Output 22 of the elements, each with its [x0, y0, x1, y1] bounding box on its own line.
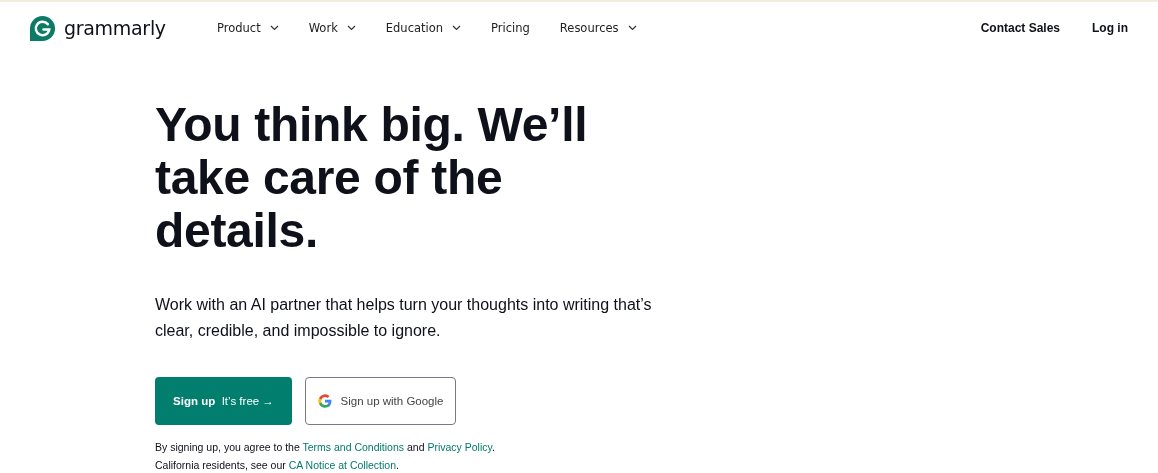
sign-up-button[interactable]: Sign up It’s free → [155, 377, 292, 425]
logo-icon[interactable] [29, 14, 56, 42]
nav-menu-item[interactable]: Product [205, 17, 291, 39]
chevron-down-icon [346, 25, 356, 31]
legal-notice: By signing up, you agree to the Terms and Conditions and Privacy Policy. [155, 440, 495, 455]
legal-notice: California residents, see our CA Notice at Collection. [155, 458, 399, 473]
legal-link[interactable]: Terms and Conditions [302, 441, 405, 453]
nav-menu-item[interactable]: Pricing [479, 17, 542, 39]
google-icon [317, 394, 332, 408]
chevron-down-icon [269, 25, 279, 31]
google-sign-up-button[interactable]: Sign up with Google [305, 377, 456, 425]
hero-subtitle: Work with an AI partner that helps turn your thoughts into writing that’s clear, credible, and impossible to ignore. [155, 295, 653, 341]
brand-name[interactable]: grammarly [64, 17, 166, 39]
chevron-down-icon [627, 25, 637, 31]
legal-link[interactable]: Privacy Policy [427, 441, 492, 453]
header-link[interactable]: Contact Sales [980, 21, 1060, 35]
nav-menu-item[interactable]: Education [373, 17, 474, 39]
hero-title: You think big. We’ll take care of the details. [155, 98, 589, 257]
nav-menu-item[interactable]: Resources [547, 17, 649, 39]
header-link[interactable]: Log in [1092, 21, 1128, 35]
chevron-down-icon [452, 25, 462, 31]
nav-menu-item[interactable]: Work [296, 17, 368, 39]
